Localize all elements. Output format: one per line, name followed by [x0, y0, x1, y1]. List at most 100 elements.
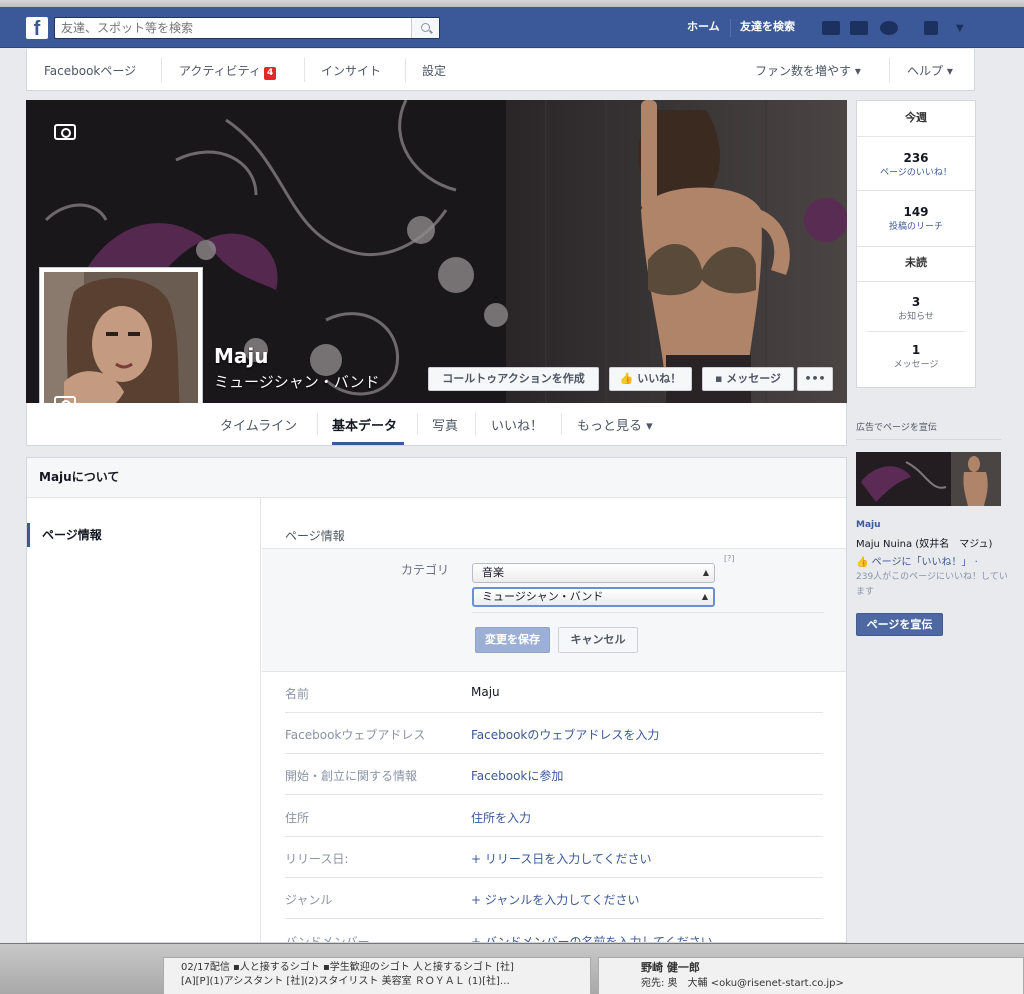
- info-row-address: 住所 住所を入力: [285, 796, 823, 837]
- info-value-link[interactable]: 住所を入力: [471, 809, 531, 826]
- section-title: ページ情報: [285, 529, 345, 543]
- info-row-web-address: Facebookウェブアドレス Facebookのウェブアドレスを入力: [285, 713, 823, 754]
- page-likes-label: ページのいいね！: [880, 168, 952, 178]
- nav-grow-fans[interactable]: ファン数を増やす ▾: [755, 62, 861, 79]
- ad-page-name[interactable]: Maju: [856, 520, 881, 530]
- info-label: 名前: [285, 687, 310, 701]
- ad-like-link[interactable]: 👍 ページに「いいね！」 ·: [856, 553, 1006, 568]
- friend-requests-icon[interactable]: [822, 21, 840, 35]
- info-row-band-members: バンドメンバー + バンドメンバーの名前を入力してください: [285, 920, 823, 943]
- category-editor: カテゴリ 音楽 ▲ ミュージシャン・バンド ▲ [?] 変更を保存 キャンセル: [262, 548, 846, 672]
- category-select-secondary[interactable]: ミュージシャン・バンド ▲: [472, 587, 715, 607]
- mail-preview-left[interactable]: 02/17配信 ▪人と接するシゴト ▪学生歓迎のシゴト 人と接するシゴト [社]…: [163, 957, 591, 994]
- nav-divider: [730, 19, 731, 37]
- nav-insights[interactable]: インサイト: [321, 62, 381, 79]
- nav-activity[interactable]: アクティビティ 4: [179, 62, 277, 80]
- message-button-label: メッセージ: [726, 372, 782, 385]
- notifications-icon[interactable]: [880, 21, 898, 35]
- cancel-button[interactable]: キャンセル: [558, 627, 638, 653]
- messages-label: メッセージ: [893, 360, 939, 370]
- ad-preview-image[interactable]: [856, 452, 1001, 506]
- info-value-link[interactable]: Facebookのウェブアドレスを入力: [471, 726, 659, 743]
- left-nav-page-info[interactable]: ページ情報: [27, 523, 102, 547]
- info-label: バンドメンバー: [285, 935, 370, 943]
- page-category: ミュージシャン・バンド: [214, 373, 380, 391]
- info-row-genre: ジャンル + ジャンルを入力してください: [285, 878, 823, 919]
- mail-recipient: 宛先: 奥 大輔 <oku@risenet-start.co.jp>: [641, 978, 844, 989]
- active-tab-underline: [332, 442, 404, 445]
- messages-icon[interactable]: [850, 21, 868, 35]
- tab-likes[interactable]: いいね！: [491, 415, 543, 434]
- nav-help[interactable]: ヘルプ ▾: [907, 62, 953, 79]
- save-changes-button[interactable]: 変更を保存: [475, 627, 550, 653]
- select-arrows-icon: ▲: [702, 568, 709, 577]
- page-admin-nav: Facebookページ アクティビティ 4 インサイト 設定 ファン数を増やす ▾…: [26, 49, 975, 91]
- category-help-link[interactable]: [?]: [724, 554, 735, 563]
- window-title-bar: [0, 0, 1024, 7]
- change-cover-camera-icon[interactable]: [54, 124, 76, 140]
- info-row-founded: 開始・創立に関する情報 Facebookに参加: [285, 754, 823, 795]
- category-select-secondary-value: ミュージシャン・バンド: [482, 590, 604, 603]
- facebook-logo-icon[interactable]: f: [26, 17, 48, 40]
- find-friends-link[interactable]: 友達を検索: [740, 18, 795, 34]
- more-options-button[interactable]: •••: [797, 367, 833, 391]
- tab-photos[interactable]: 写真: [432, 415, 458, 434]
- tab-divider: [417, 413, 418, 435]
- nav-settings[interactable]: 設定: [422, 62, 446, 79]
- page-likes-stat[interactable]: 236 ページのいいね！: [857, 137, 975, 191]
- info-value-link[interactable]: + ジャンルを入力してください: [471, 891, 640, 908]
- mail-window-strip: 02/17配信 ▪人と接するシゴト ▪学生歓迎のシゴト 人と接するシゴト [社]…: [0, 943, 1024, 994]
- ad-like-count: 239人がこのページにいいね！しています: [856, 572, 1008, 597]
- info-label: リリース日:: [285, 852, 349, 866]
- activity-badge: 4: [263, 67, 277, 80]
- info-value[interactable]: Maju: [471, 685, 500, 699]
- message-button[interactable]: ▪ メッセージ: [702, 367, 794, 391]
- notifications-count: 3: [911, 295, 921, 309]
- home-link[interactable]: ホーム: [687, 18, 720, 34]
- page-likes-count: 236: [903, 151, 929, 165]
- like-button[interactable]: 👍 いいね！: [609, 367, 692, 391]
- mail-sender: 野崎 健一郎: [641, 961, 700, 974]
- search-icon[interactable]: [411, 18, 439, 38]
- info-value-link[interactable]: + バンドメンバーの名前を入力してください: [471, 933, 713, 942]
- page-name: Maju: [214, 344, 269, 368]
- ad-like-text: ページに「いいね！」 ·: [871, 557, 978, 568]
- promote-page-button[interactable]: ページを宣伝: [856, 613, 943, 636]
- tab-more[interactable]: もっと見る ▾: [577, 415, 653, 434]
- nav-activity-label: アクティビティ: [179, 64, 261, 78]
- tab-timeline[interactable]: タイムライン: [220, 415, 297, 434]
- category-select-primary[interactable]: 音楽 ▲: [472, 563, 715, 583]
- privacy-icon[interactable]: [924, 21, 938, 35]
- info-value-link[interactable]: Facebookに参加: [471, 767, 563, 784]
- tab-divider: [317, 413, 318, 435]
- mail-preview-line1: 02/17配信 ▪人と接するシゴト ▪学生歓迎のシゴト 人と接するシゴト [社]: [181, 962, 514, 973]
- messages-count: 1: [911, 343, 921, 357]
- about-section: Majuについて ページ情報 ページ情報 カテゴリ 音楽 ▲ ミュージシャン・バン…: [26, 457, 847, 943]
- thumbs-up-icon: 👍: [856, 557, 869, 568]
- post-reach-stat[interactable]: 149 投稿のリーチ: [857, 191, 975, 247]
- nav-divider: [161, 58, 162, 82]
- category-divider: [472, 612, 824, 613]
- nav-facebook-page[interactable]: Facebookページ: [44, 62, 136, 79]
- post-reach-count: 149: [903, 205, 929, 219]
- like-button-label: いいね！: [637, 372, 682, 385]
- create-call-to-action-button[interactable]: コールトゥアクションを作成: [428, 367, 599, 391]
- notifications-label: お知らせ: [898, 312, 934, 322]
- mail-preview-right[interactable]: 野崎 健一郎 宛先: 奥 大輔 <oku@risenet-start.co.jp…: [598, 957, 1024, 994]
- ad-section-title: 広告でページを宣伝: [856, 420, 1001, 440]
- info-label: ジャンル: [285, 893, 333, 907]
- search-box[interactable]: [54, 17, 440, 39]
- unread-header: 未読: [857, 247, 975, 282]
- search-input[interactable]: [55, 18, 411, 38]
- notifications-stat[interactable]: 3 お知らせ: [867, 282, 965, 332]
- info-value-link[interactable]: + リリース日を入力してください: [471, 850, 652, 867]
- this-week-header: 今週: [857, 101, 975, 137]
- account-menu-chevron-down-icon[interactable]: ▼: [956, 23, 964, 34]
- tab-about[interactable]: 基本データ: [332, 415, 397, 434]
- nav-divider: [889, 58, 890, 82]
- messages-stat[interactable]: 1 メッセージ: [857, 332, 975, 382]
- mail-preview-line2: [A][P](1)アシスタント [社](2)スタイリスト 美容室 ＲＯＹＡＬ (…: [181, 976, 510, 987]
- category-label: カテゴリ: [401, 563, 450, 577]
- info-label: 住所: [285, 811, 310, 825]
- select-arrows-icon: ▲: [701, 592, 708, 601]
